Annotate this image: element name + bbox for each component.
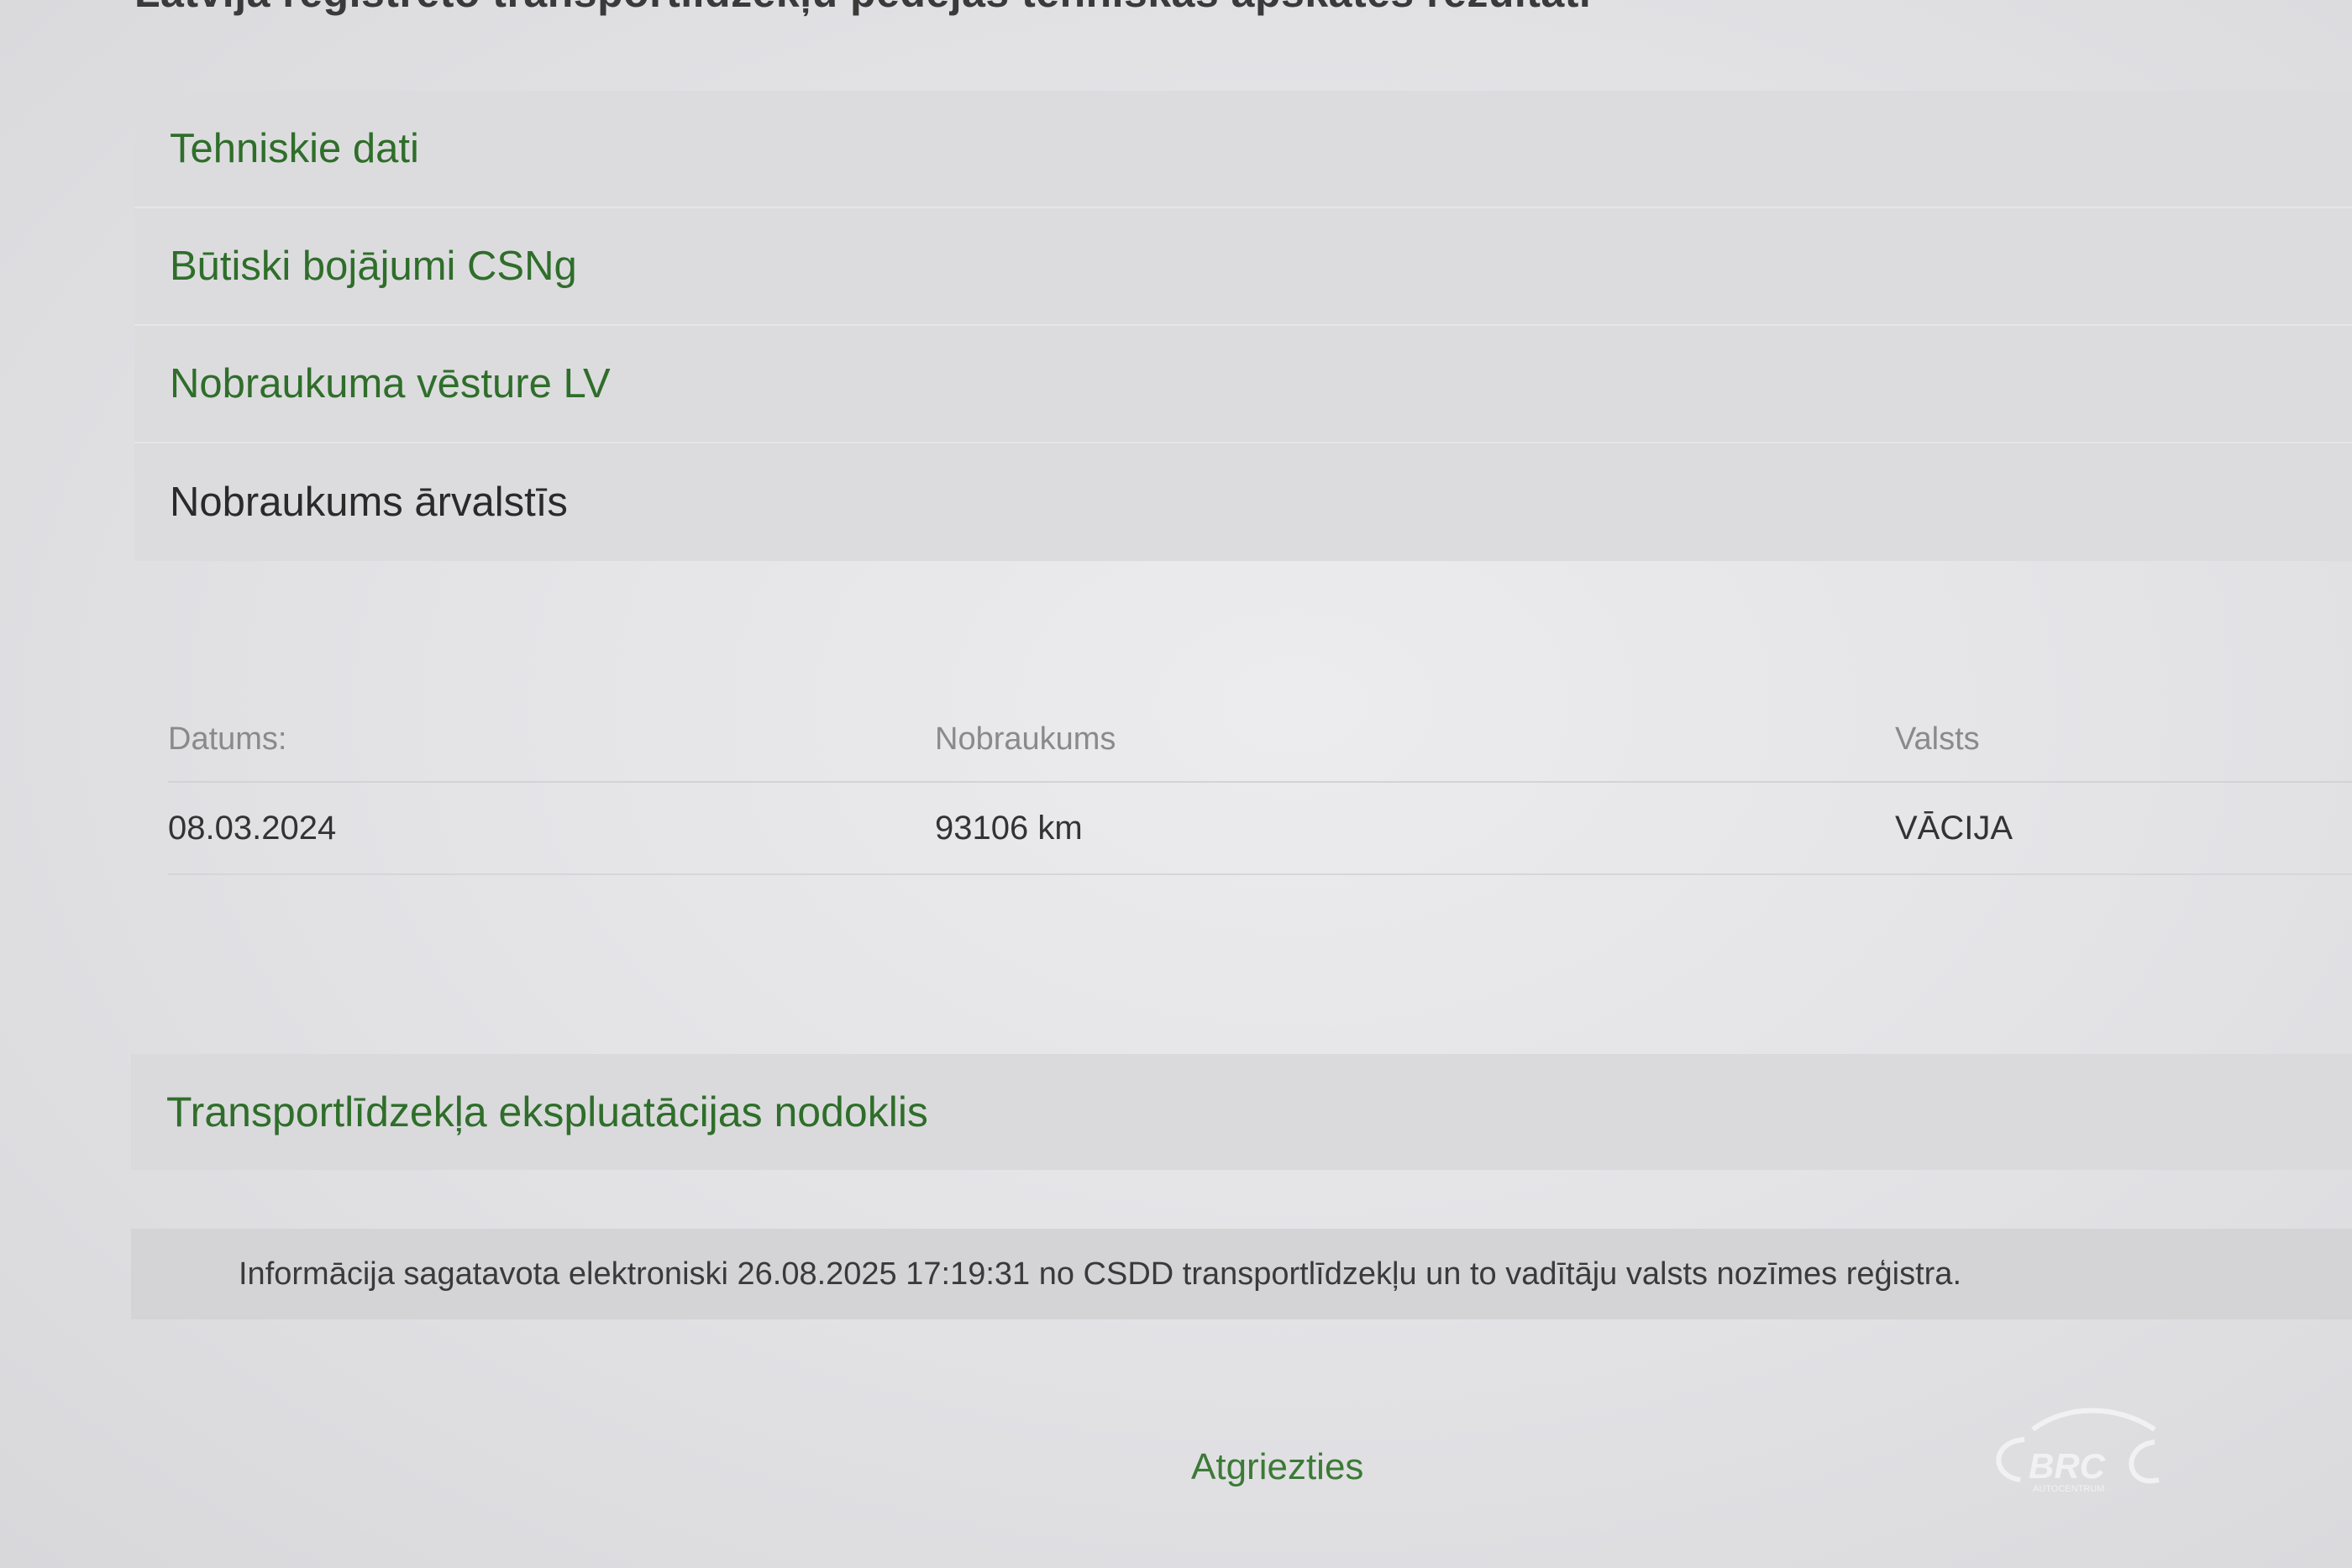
brc-watermark-logo: BRC AUTOCENTRUM: [1996, 1408, 2160, 1494]
accordion-item-technical-data[interactable]: Tehniskie dati: [134, 91, 2352, 208]
cell-country: VĀCIJA: [1895, 809, 2013, 847]
accordion-item-damages[interactable]: Būtiski bojājumi CSNg: [134, 208, 2352, 326]
accordion-item-mileage-history-lv[interactable]: Nobraukuma vēsture LV: [134, 326, 2352, 443]
cell-mileage: 93106 km: [935, 809, 1083, 847]
table-header: Datums: Nobraukums Valsts: [168, 697, 2352, 783]
accordion-item-vehicle-tax[interactable]: Transportlīdzekļa ekspluatācijas nodokli…: [131, 1054, 2352, 1170]
cell-date: 08.03.2024: [168, 809, 337, 847]
accordion: Tehniskie dati Būtiski bojājumi CSNg Nob…: [134, 91, 2352, 561]
page-title: Latvijā reģistrēto transportlīdzekļu pēd…: [134, 0, 1591, 17]
info-notice: Informācija sagatavota elektroniski 26.0…: [131, 1229, 2352, 1319]
mileage-abroad-table: Datums: Nobraukums Valsts 08.03.2024 931…: [168, 697, 2352, 875]
watermark-text: BRC: [2029, 1446, 2106, 1486]
column-header-country: Valsts: [1895, 721, 1980, 757]
column-header-mileage: Nobraukums: [935, 721, 1116, 757]
column-header-date: Datums:: [168, 721, 287, 757]
back-link[interactable]: Atgriezties: [1191, 1446, 1363, 1488]
accordion-item-mileage-abroad[interactable]: Nobraukums ārvalstīs: [134, 443, 2352, 561]
watermark-subtext: AUTOCENTRUM: [2033, 1484, 2104, 1494]
table-row: 08.03.2024 93106 km VĀCIJA: [168, 783, 2352, 875]
